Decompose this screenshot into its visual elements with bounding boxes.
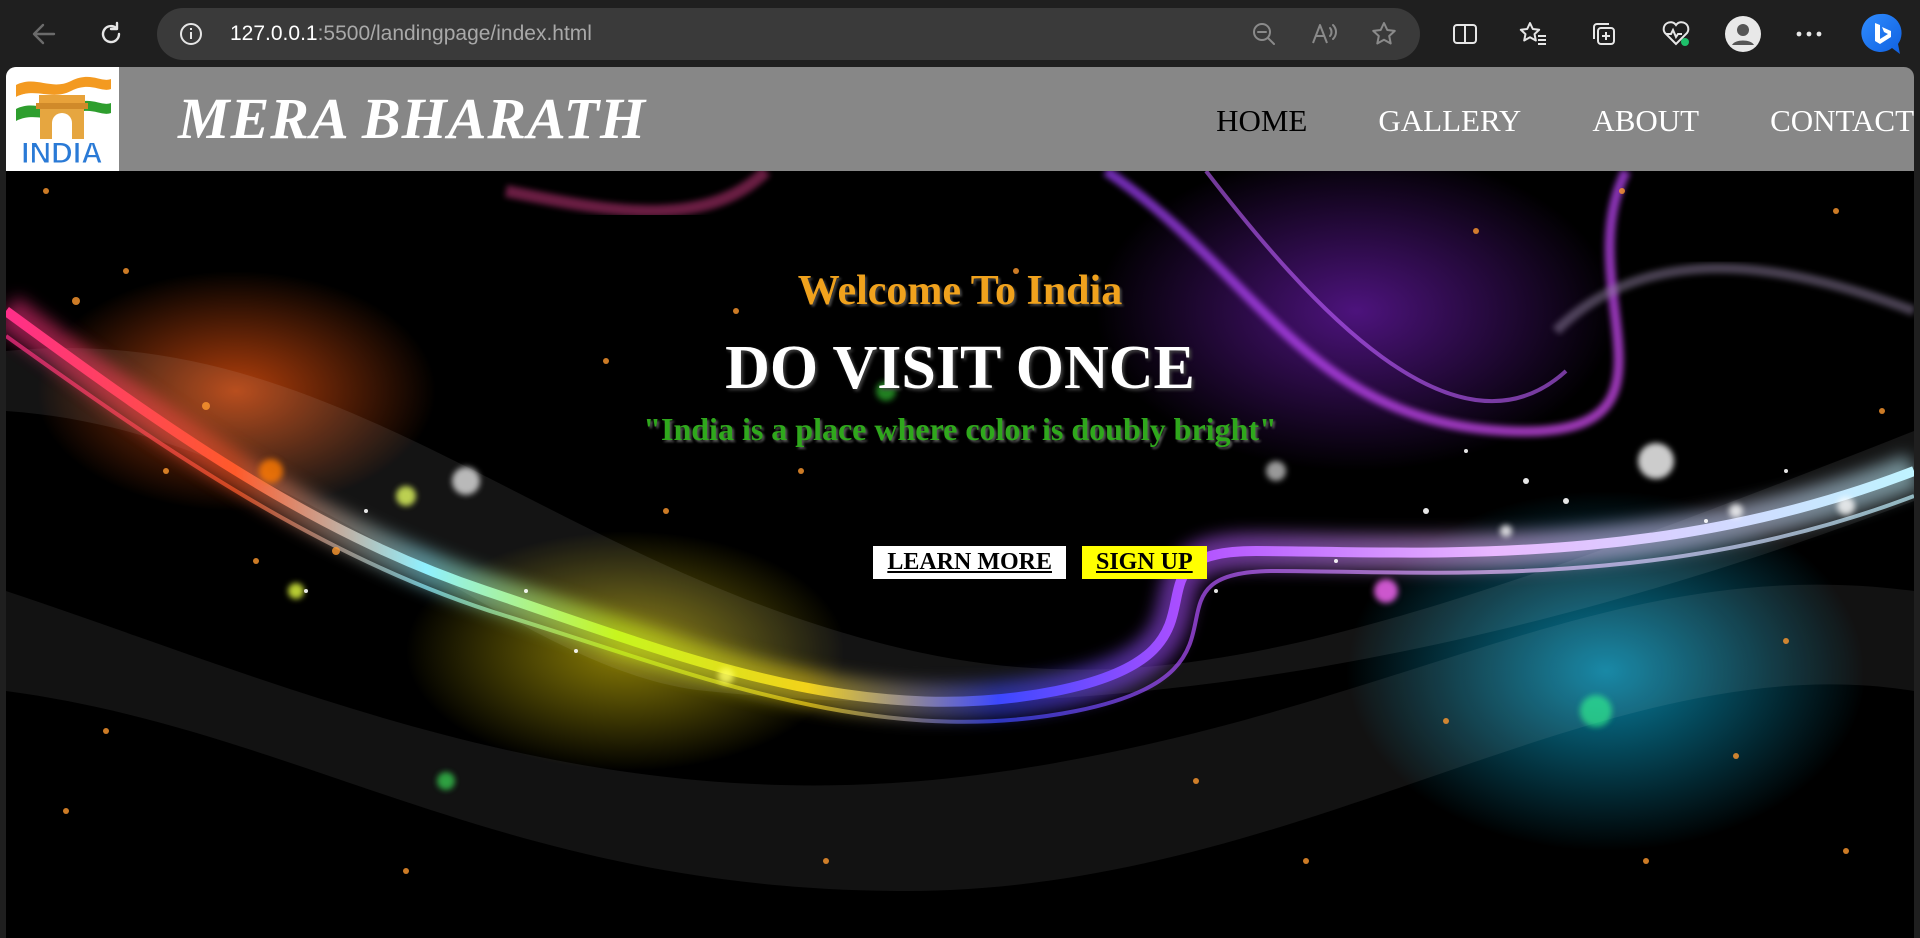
url-host: 127.0.0.1: [230, 22, 318, 45]
favorite-star-icon[interactable]: [1370, 20, 1398, 48]
more-icon[interactable]: [1789, 14, 1829, 54]
collections-icon[interactable]: [1584, 14, 1624, 54]
nav-contact[interactable]: CONTACT: [1770, 103, 1914, 139]
url-text[interactable]: 127.0.0.1:5500/landingpage/index.html: [230, 22, 592, 46]
hero-section: Welcome To India DO VISIT ONCE "India is…: [6, 171, 1914, 938]
hero-headline: DO VISIT ONCE: [725, 334, 1195, 402]
address-bar[interactable]: 127.0.0.1:5500/landingpage/index.html: [157, 8, 1420, 60]
learn-more-button[interactable]: LEARN MORE: [873, 546, 1066, 579]
url-path: :5500/landingpage/index.html: [317, 22, 592, 45]
favorites-icon[interactable]: [1513, 14, 1553, 54]
browser-health-icon[interactable]: [1656, 14, 1696, 54]
nav-gallery[interactable]: GALLERY: [1378, 103, 1521, 139]
profile-icon[interactable]: [1723, 14, 1763, 54]
zoom-out-icon[interactable]: [1250, 20, 1278, 48]
refresh-icon[interactable]: [91, 14, 131, 54]
info-icon[interactable]: [179, 22, 203, 51]
nav-home[interactable]: HOME: [1216, 103, 1307, 139]
sign-up-button[interactable]: SIGN UP: [1081, 546, 1207, 579]
logo-text: INDIA: [21, 137, 103, 170]
nav-about[interactable]: ABOUT: [1592, 103, 1699, 139]
navbar: INDIA MERA BHARATH HOME GALLERY ABOUT CO…: [6, 67, 1914, 171]
split-screen-icon[interactable]: [1445, 14, 1485, 54]
browser-toolbar: 127.0.0.1:5500/landingpage/index.html: [0, 0, 1920, 67]
page-viewport: INDIA MERA BHARATH HOME GALLERY ABOUT CO…: [6, 67, 1914, 938]
back-icon[interactable]: [24, 14, 64, 54]
nav-links: HOME GALLERY ABOUT CONTACT: [1145, 99, 1914, 143]
read-aloud-icon[interactable]: [1310, 20, 1338, 48]
india-logo[interactable]: INDIA: [6, 67, 119, 171]
bing-icon[interactable]: [1858, 11, 1904, 57]
brand-title: MERA BHARATH: [178, 86, 647, 151]
hero-buttons: LEARN MORE SIGN UP: [6, 546, 1914, 579]
welcome-heading: Welcome To India: [797, 268, 1123, 314]
hero-quote: "India is a place where color is doubly …: [643, 411, 1277, 447]
